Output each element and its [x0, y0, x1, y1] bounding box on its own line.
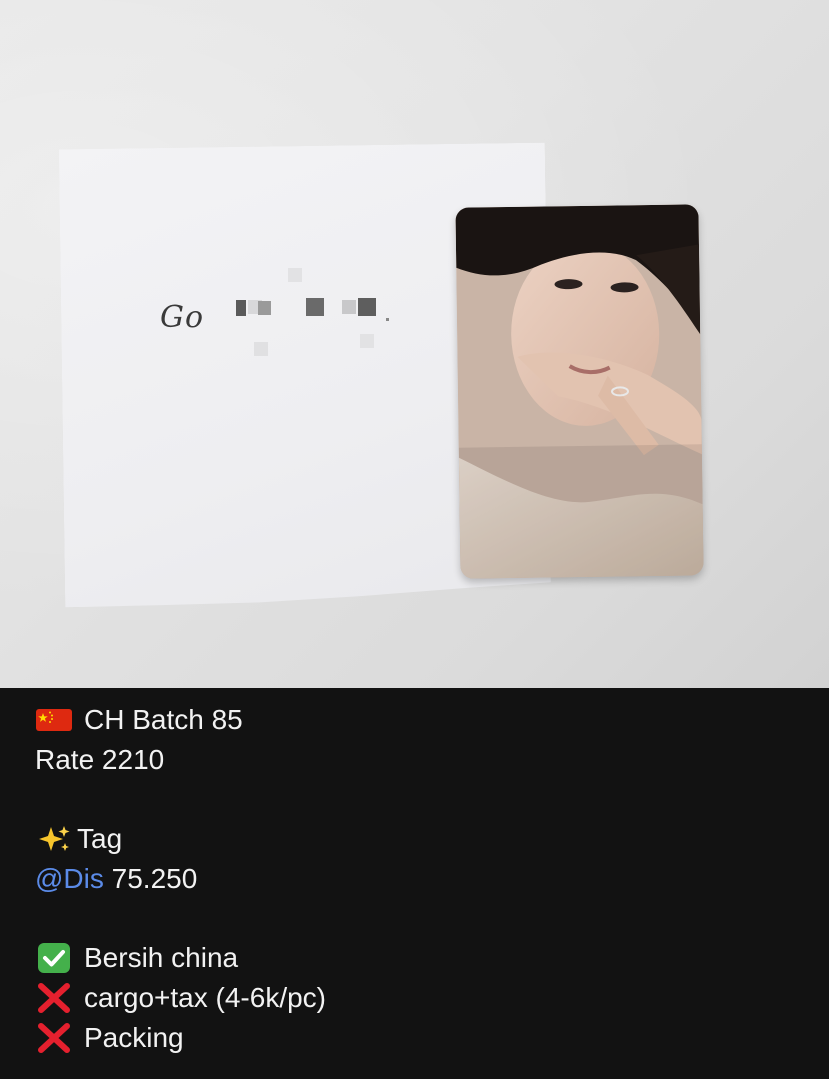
post-photo[interactable]: Go — [0, 0, 829, 688]
cargo-text: cargo+tax (4-6k/pc) — [84, 982, 326, 1013]
mention-line: @Dis 75.250 — [35, 859, 795, 899]
check-mark-button-icon — [35, 943, 73, 973]
packing-line: Packing — [35, 1018, 795, 1058]
packing-text: Packing — [84, 1022, 184, 1053]
sparkles-icon — [35, 824, 73, 854]
cross-mark-icon — [35, 983, 73, 1013]
mention-value: 75.250 — [111, 863, 198, 894]
tag-label: Tag — [77, 823, 123, 854]
bersih-text: Bersih china — [84, 942, 239, 973]
tag-line: Tag — [35, 819, 795, 859]
photocard — [455, 204, 704, 579]
photocard-portrait — [455, 204, 704, 579]
cross-mark-icon — [35, 1023, 73, 1053]
user-mention-link[interactable]: @Dis — [35, 863, 104, 894]
post-caption: CH Batch 85 Rate 2210 Tag @Dis 75.250 Be… — [35, 700, 795, 1058]
cargo-line: cargo+tax (4-6k/pc) — [35, 978, 795, 1018]
bersih-line: Bersih china — [35, 938, 795, 978]
china-flag-icon — [35, 705, 73, 735]
handwritten-text: Go — [160, 300, 205, 335]
rate-line: Rate 2210 — [35, 744, 165, 775]
batch-text: CH Batch 85 — [84, 704, 243, 735]
batch-line: CH Batch 85 — [35, 700, 795, 740]
